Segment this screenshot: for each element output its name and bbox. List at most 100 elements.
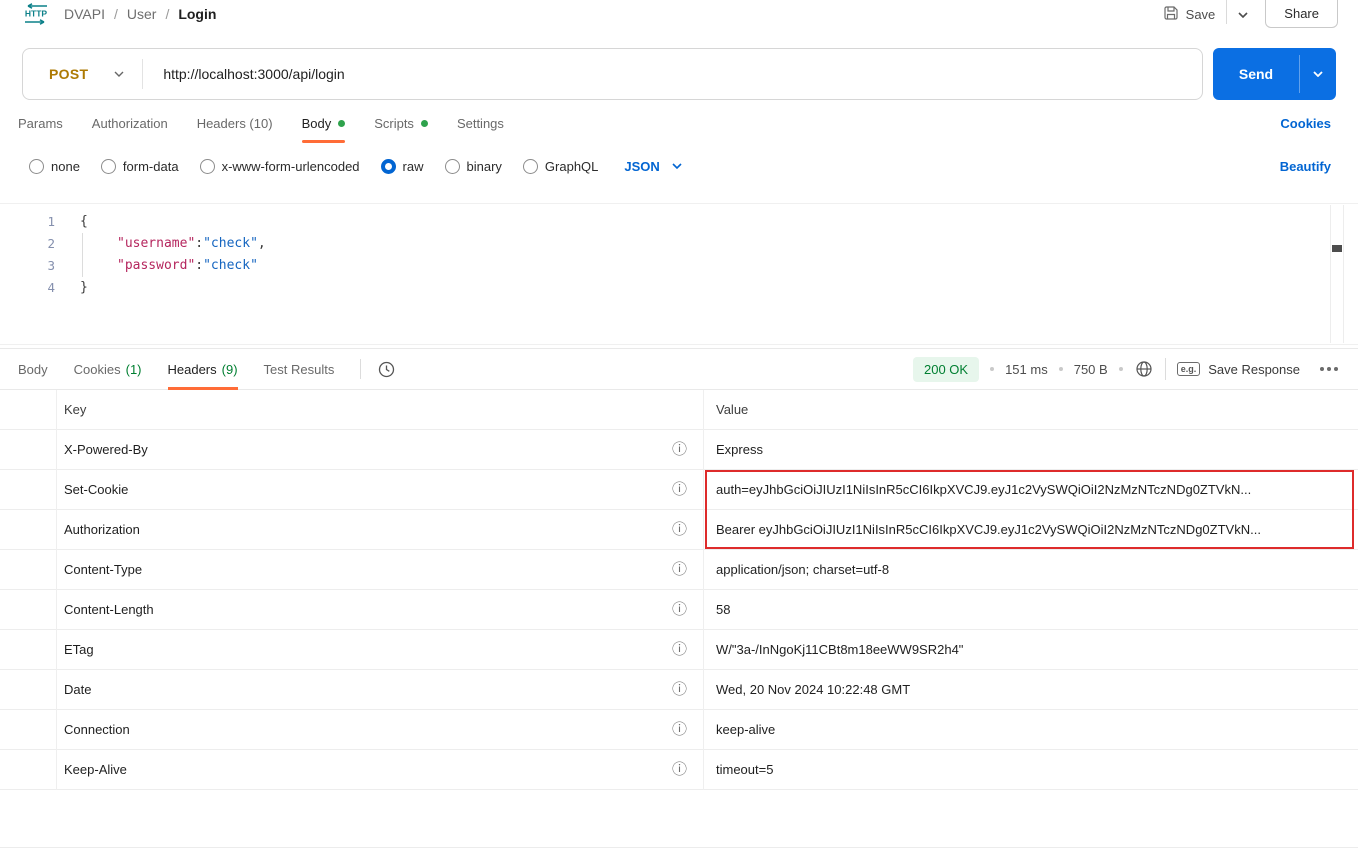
divider — [142, 59, 144, 89]
radio-icon[interactable] — [100, 158, 116, 174]
send-options-chevron-down-icon[interactable] — [1300, 48, 1336, 100]
mode-label: x-www-form-urlencoded — [221, 158, 360, 174]
save-response-label: Save Response — [1208, 361, 1300, 377]
method-label: POST — [49, 66, 89, 82]
mode-label: form-data — [122, 158, 179, 174]
tab-scripts[interactable]: Scripts — [374, 100, 428, 146]
table-row: Authorization ⓘ Bearer eyJhbGciOiJIUzI1N… — [0, 510, 1358, 550]
example-icon: e.g. — [1176, 362, 1201, 376]
table-row: X-Powered-By ⓘ Express — [0, 430, 1358, 470]
code-text: } — [80, 279, 88, 295]
dot-separator — [1058, 367, 1063, 371]
tab-params[interactable]: Params — [18, 100, 63, 146]
save-button[interactable]: Save — [1163, 5, 1216, 24]
radio-icon[interactable] — [199, 158, 215, 174]
table-row: Keep-Alive ⓘ timeout=5 — [0, 750, 1358, 790]
green-dot-indicator — [338, 119, 346, 127]
editor-scrollbar[interactable] — [1330, 205, 1344, 343]
info-icon[interactable]: ⓘ — [672, 522, 687, 537]
breadcrumb-request-name[interactable]: Login — [178, 6, 216, 22]
tab-label: Headers — [167, 361, 217, 377]
send-button[interactable]: Send — [1213, 48, 1336, 100]
language-select[interactable]: JSON — [624, 159, 682, 174]
tab-body[interactable]: Body — [301, 100, 346, 146]
scrollbar-thumb[interactable] — [1332, 245, 1342, 252]
dot-separator — [1118, 367, 1123, 371]
status-badge[interactable]: 200 OK — [912, 356, 980, 382]
breadcrumb-folder[interactable]: User — [127, 6, 157, 22]
code-line: 2 "username":"check", — [0, 232, 1358, 254]
save-button-label: Save — [1185, 7, 1216, 22]
line-number: 1 — [47, 213, 55, 229]
radio-icon[interactable] — [444, 158, 460, 174]
history-clock-icon[interactable] — [377, 360, 396, 379]
header-key: Keep-Alive — [64, 762, 127, 777]
url-input[interactable]: http://localhost:3000/api/login — [163, 66, 344, 82]
response-meta-row: Body Cookies (1) Headers (9) Test Result… — [0, 348, 1358, 390]
header-key: Date — [64, 682, 92, 697]
header-key: Authorization — [64, 522, 140, 537]
beautify-link[interactable]: Beautify — [1280, 159, 1331, 174]
mode-binary[interactable]: binary — [444, 158, 502, 174]
request-bar: POST http://localhost:3000/api/login Sen… — [22, 48, 1336, 100]
code-text: "password":"check" — [117, 257, 258, 273]
save-options-chevron-down-icon[interactable] — [1238, 12, 1248, 18]
radio-icon[interactable] — [29, 158, 44, 174]
save-icon — [1163, 5, 1179, 24]
info-icon[interactable]: ⓘ — [672, 642, 687, 657]
response-time[interactable]: 151 ms — [1005, 362, 1048, 377]
header-value: keep-alive — [716, 722, 776, 737]
info-icon[interactable]: ⓘ — [672, 442, 687, 457]
mode-none[interactable]: none — [29, 158, 80, 174]
mode-x-www-form-urlencoded[interactable]: x-www-form-urlencoded — [199, 158, 360, 174]
table-row: Content-Type ⓘ application/json; charset… — [0, 550, 1358, 590]
header-value: Bearer eyJhbGciOiJIUzI1NiIsInR5cCI6IkpXV… — [716, 522, 1261, 537]
header-value: Express — [716, 442, 763, 457]
column-header-key: Key — [64, 402, 87, 417]
share-button[interactable]: Share — [1265, 0, 1338, 28]
header-value: W/"3a-/InNgoKj11CBt8m18eeWW9SR2h4" — [716, 642, 964, 657]
save-response-button[interactable]: e.g. Save Response — [1176, 361, 1300, 377]
response-tab-body[interactable]: Body — [18, 348, 48, 390]
share-button-label: Share — [1284, 5, 1319, 21]
tab-count: (9) — [221, 361, 238, 377]
mode-label: binary — [466, 158, 502, 174]
mode-raw[interactable]: raw — [380, 158, 424, 174]
radio-selected-icon[interactable] — [380, 158, 396, 174]
cookies-link[interactable]: Cookies — [1280, 116, 1331, 131]
http-request-icon: HTTP — [22, 3, 50, 25]
response-tab-cookies[interactable]: Cookies (1) — [74, 348, 142, 390]
info-icon[interactable]: ⓘ — [672, 722, 687, 737]
divider — [360, 359, 362, 379]
window-bottom-border — [0, 847, 1358, 848]
method-select[interactable]: POST — [23, 66, 142, 82]
line-number: 3 — [47, 257, 55, 273]
http-icon-label: HTTP — [25, 9, 48, 19]
response-size[interactable]: 750 B — [1074, 362, 1108, 377]
info-icon[interactable]: ⓘ — [672, 602, 687, 617]
code-line: 3 "password":"check" — [0, 254, 1358, 276]
more-options-icon[interactable] — [1320, 367, 1338, 371]
info-icon[interactable]: ⓘ — [672, 482, 687, 497]
info-icon[interactable]: ⓘ — [672, 562, 687, 577]
tab-headers[interactable]: Headers (10) — [197, 100, 273, 146]
mode-form-data[interactable]: form-data — [100, 158, 179, 174]
breadcrumb-workspace[interactable]: DVAPI — [64, 6, 105, 22]
response-tab-test-results[interactable]: Test Results — [264, 348, 335, 390]
request-body-editor[interactable]: 1 { 2 "username":"check", 3 "password":"… — [0, 203, 1358, 345]
table-row: Set-Cookie ⓘ auth=eyJhbGciOiJIUzI1NiIsIn… — [0, 470, 1358, 510]
tab-authorization[interactable]: Authorization — [92, 100, 168, 146]
info-icon[interactable]: ⓘ — [672, 682, 687, 697]
header-key: Content-Length — [64, 602, 154, 617]
green-dot-indicator — [420, 119, 428, 127]
info-icon[interactable]: ⓘ — [672, 762, 687, 777]
tab-label: Authorization — [91, 115, 168, 131]
mode-graphql[interactable]: GraphQL — [522, 158, 598, 174]
breadcrumb-separator: / — [113, 6, 118, 22]
radio-icon[interactable] — [522, 158, 538, 174]
tab-settings[interactable]: Settings — [457, 100, 504, 146]
header-value: application/json; charset=utf-8 — [716, 562, 890, 577]
network-globe-icon[interactable] — [1134, 359, 1154, 379]
tab-label: Params — [18, 115, 63, 131]
response-tab-headers[interactable]: Headers (9) — [167, 348, 238, 390]
